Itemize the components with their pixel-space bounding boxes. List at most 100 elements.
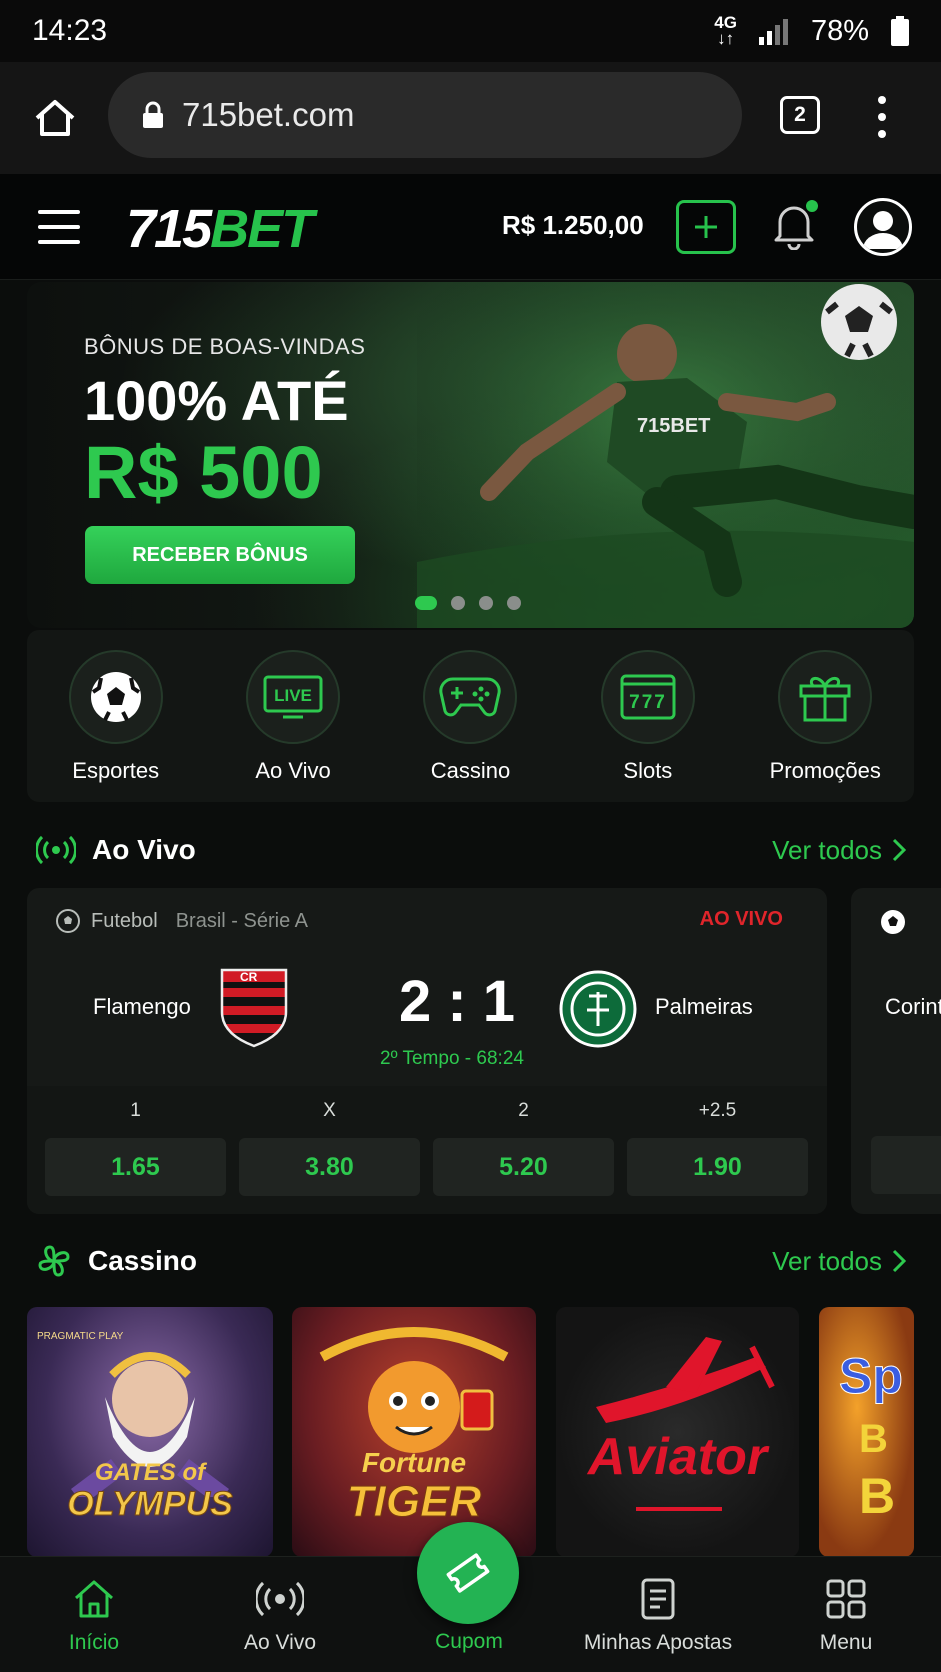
carousel-dot[interactable]: [415, 596, 437, 610]
odd-button[interactable]: 3.80: [239, 1138, 420, 1196]
game-title-line1: Sp: [839, 1348, 904, 1405]
battery-percent: 78%: [810, 14, 869, 47]
document-icon: [641, 1578, 675, 1620]
match-league: Brasil - Série A: [175, 909, 308, 932]
next-match-team: Corint: [885, 994, 941, 1019]
category-label: Cassino: [430, 758, 511, 783]
svg-text:CR: CR: [240, 970, 258, 984]
game-tile-fortune-tiger[interactable]: Fortune TIGER: [292, 1307, 536, 1557]
grid-icon: [826, 1579, 866, 1619]
browser-home-button[interactable]: [0, 62, 110, 174]
odd-button[interactable]: 1.65: [45, 1138, 226, 1196]
see-all-label: Ver todos: [772, 834, 882, 865]
coupon-label: Cupom: [435, 1630, 503, 1653]
category-slots[interactable]: 777 Slots: [562, 630, 734, 802]
game-tile-gates-of-olympus[interactable]: PRAGMATIC PLAY GATES of OLYMPUS: [27, 1307, 273, 1557]
category-ao-vivo[interactable]: LIVE Ao Vivo: [207, 630, 379, 802]
section-title: Ao Vivo: [92, 834, 196, 865]
odd-button[interactable]: [871, 1136, 941, 1194]
carousel-dot[interactable]: [507, 596, 521, 610]
casino-section-header: Cassino Ver todos: [36, 1241, 906, 1281]
aviator-underline: [636, 1507, 722, 1511]
nav-inicio[interactable]: Início: [4, 1557, 184, 1672]
odd-label: +2.5: [698, 1100, 737, 1121]
category-label: Slots: [623, 758, 673, 783]
match-sport: Futebol: [91, 909, 158, 932]
game-tile-aviator[interactable]: Aviator: [556, 1307, 799, 1557]
nav-minhas-apostas[interactable]: Minhas Apostas: [568, 1557, 748, 1672]
logo[interactable]: 715BET: [126, 198, 314, 260]
home-icon: [75, 1580, 113, 1618]
game-title-line2: OLYMPUS: [67, 1485, 234, 1524]
app-header: 715BET R$ 1.250,00: [0, 174, 941, 280]
game-title-line3: B: [859, 1468, 896, 1524]
category-label: Promoções: [769, 758, 881, 783]
away-team-name: Palmeiras: [655, 994, 753, 1019]
odd-away: 2 5.20: [433, 1086, 614, 1196]
see-all-casino-link[interactable]: Ver todos: [772, 1246, 906, 1277]
banner-subtitle: BÔNUS DE BOAS-VINDAS: [84, 334, 366, 359]
slot-machine-icon: 777: [620, 674, 676, 720]
category-promocoes[interactable]: Promoções: [739, 630, 911, 802]
logo-brand: BET: [210, 199, 314, 259]
address-bar[interactable]: 715bet.com: [108, 72, 742, 158]
next-match-card[interactable]: Corint: [851, 888, 941, 1214]
nav-label: Menu: [819, 1631, 873, 1654]
deposit-button[interactable]: [676, 200, 736, 254]
carousel-dot[interactable]: [479, 596, 493, 610]
network-arrows: ↓↑: [717, 29, 735, 48]
live-section-header: Ao Vivo Ver todos: [36, 830, 906, 870]
claim-bonus-button[interactable]: RECEBER BÔNUS: [85, 526, 355, 584]
live-match-card[interactable]: Futebol Brasil - Série A AO VIVO Flameng…: [27, 888, 827, 1214]
section-title: Cassino: [88, 1245, 197, 1276]
game-title-line2: B: [859, 1417, 888, 1461]
match-info: Futebol Brasil - Série A: [55, 908, 308, 934]
soccer-ball-icon: [881, 910, 905, 934]
signal-icon: [758, 19, 788, 45]
palmeiras-crest-icon: [559, 970, 637, 1048]
tabs-button[interactable]: 2: [780, 96, 820, 134]
see-all-live-link[interactable]: Ver todos: [772, 835, 906, 866]
category-cassino[interactable]: Cassino: [384, 630, 556, 802]
odds-row: 1 1.65 X 3.80 2 5.20 +2.5 1.90: [27, 1086, 827, 1214]
game-title-line1: GATES of: [94, 1459, 206, 1486]
url-text: 715bet.com: [182, 96, 355, 133]
nav-label: Minhas Apostas: [583, 1631, 733, 1654]
category-label: Esportes: [72, 758, 160, 783]
notifications-button[interactable]: [772, 200, 820, 254]
soccer-ball-icon: [56, 909, 80, 933]
game-title-line2: TIGER: [346, 1477, 482, 1527]
flamengo-crest-icon: CR: [220, 968, 288, 1048]
odd-label: 2: [518, 1100, 529, 1121]
nav-menu[interactable]: Menu: [756, 1557, 936, 1672]
carousel-dots: [415, 596, 521, 610]
nav-ao-vivo[interactable]: Ao Vivo: [190, 1557, 370, 1672]
ticket-icon: [446, 1553, 490, 1593]
slot-machine-text: 777: [629, 692, 667, 713]
user-avatar[interactable]: [854, 198, 912, 256]
category-bar: Esportes LIVE Ao Vivo Cassino 777 Slots …: [27, 630, 914, 802]
network-indicator: 4G ↓↑: [714, 14, 737, 48]
game-tile-sweet-bonanza[interactable]: Sp B B: [819, 1307, 914, 1557]
plus-icon: [695, 216, 717, 238]
coupon-button[interactable]: [417, 1522, 519, 1624]
live-broadcast-icon: [256, 1581, 304, 1617]
live-tv-text: LIVE: [274, 686, 312, 705]
user-icon: [863, 211, 903, 249]
promo-banner[interactable]: 715BET BÔNUS DE BOAS-VINDAS 100% ATÉ R$ …: [27, 282, 914, 628]
browser-menu-button[interactable]: [870, 92, 894, 142]
odd-draw: X 3.80: [239, 1086, 420, 1196]
odd-home: 1 1.65: [45, 1086, 226, 1196]
odd-button[interactable]: 1.90: [627, 1138, 808, 1196]
carousel-dot[interactable]: [451, 596, 465, 610]
odd-button[interactable]: 5.20: [433, 1138, 614, 1196]
clover-icon: [38, 1245, 70, 1277]
see-all-label: Ver todos: [772, 1245, 882, 1276]
soccer-player-illustration: 715BET: [417, 282, 914, 628]
gift-icon: [799, 677, 851, 722]
gamepad-icon: [439, 677, 502, 717]
battery-icon: [891, 16, 909, 46]
hamburger-menu-icon[interactable]: [38, 210, 80, 244]
account-balance: R$ 1.250,00: [502, 210, 644, 240]
category-esportes[interactable]: Esportes: [30, 630, 202, 802]
